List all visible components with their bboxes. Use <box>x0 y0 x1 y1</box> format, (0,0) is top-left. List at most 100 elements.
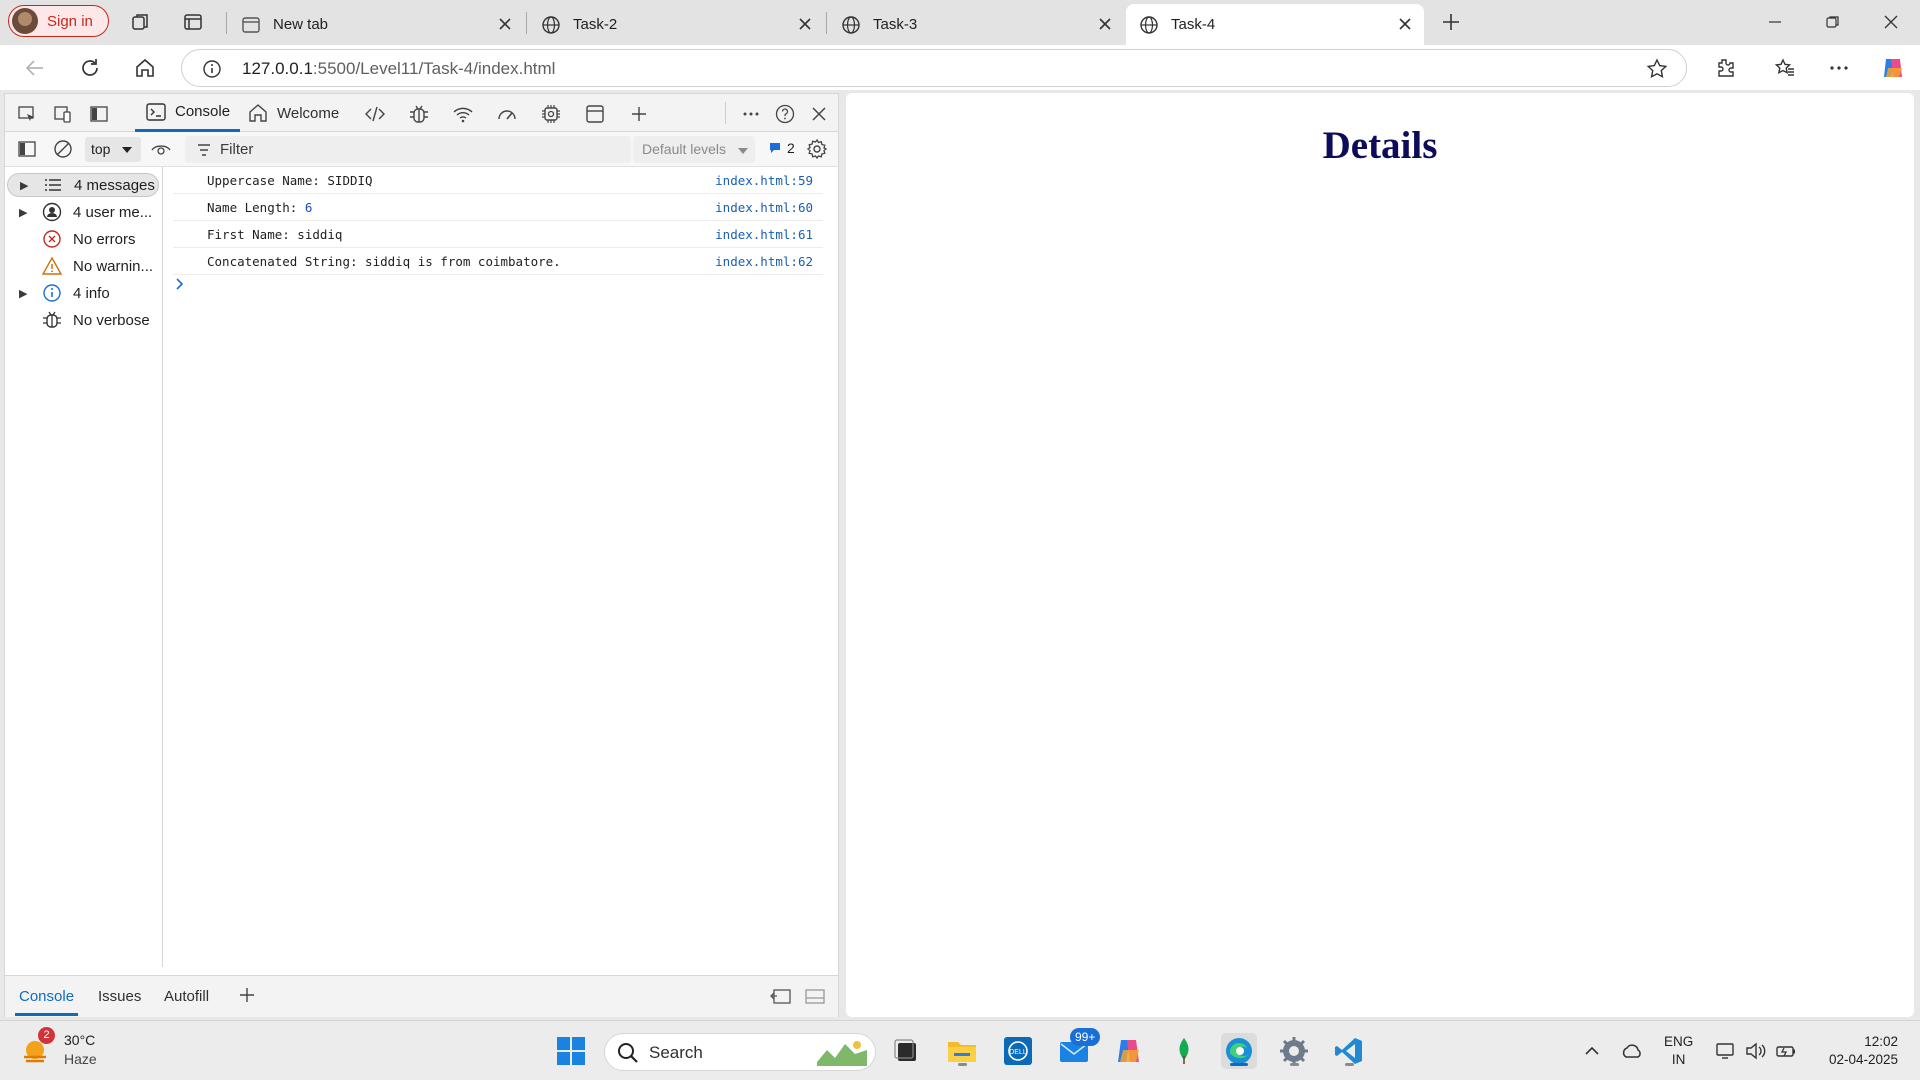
expand-triangle-icon[interactable]: ▶ <box>19 206 29 219</box>
sidebar-item-messages[interactable]: ▶ 4 messages <box>7 173 159 197</box>
weather-badge: 2 <box>38 1027 55 1044</box>
source-link[interactable]: index.html:59 <box>715 173 813 188</box>
copilot-icon[interactable] <box>1878 53 1908 83</box>
source-link[interactable]: index.html:62 <box>715 254 813 269</box>
language-indicator[interactable]: ENG IN <box>1664 1033 1693 1069</box>
more-tools-plus-icon[interactable] <box>627 102 651 126</box>
extensions-icon[interactable] <box>1710 53 1740 83</box>
context-select[interactable]: top <box>85 137 141 162</box>
console-icon <box>146 102 166 121</box>
devtools-tab-bar: Console Welcome <box>5 94 838 132</box>
drawer-tab-autofill[interactable]: Autofill <box>164 988 209 1005</box>
tab-title: Task-2 <box>573 16 618 33</box>
avatar <box>12 8 38 34</box>
new-tab-plus-icon[interactable] <box>1438 9 1464 35</box>
expand-triangle-icon[interactable]: ▶ <box>19 287 29 300</box>
clear-console-icon[interactable] <box>51 137 75 161</box>
weather-widget[interactable]: 2 30°C Haze <box>20 1027 97 1069</box>
dell-icon[interactable]: DELL <box>1000 1033 1036 1069</box>
close-icon[interactable] <box>796 15 814 33</box>
favorite-star-icon[interactable] <box>1646 58 1668 80</box>
chevron-up-icon[interactable] <box>1574 1033 1610 1069</box>
sidebar-item-info[interactable]: ▶ 4 info <box>7 281 159 305</box>
globe-icon <box>842 15 860 34</box>
chevron-down-icon <box>738 148 748 154</box>
edge-browser-icon[interactable] <box>1221 1033 1257 1069</box>
inspect-element-icon[interactable] <box>15 102 39 126</box>
clock[interactable]: 12:02 02-04-2025 <box>1814 1033 1898 1069</box>
application-icon[interactable] <box>583 102 607 126</box>
customize-more-icon[interactable] <box>739 102 763 126</box>
close-icon[interactable] <box>496 15 514 33</box>
workspaces-icon[interactable] <box>128 9 154 35</box>
console-log-row: Uppercase Name: SIDDIQ index.html:59 <box>173 167 823 194</box>
network-wifi-icon[interactable] <box>451 102 475 126</box>
tab-console[interactable]: Console <box>135 94 241 132</box>
restore-icon[interactable] <box>1820 9 1846 35</box>
drawer-tab-issues[interactable]: Issues <box>98 988 141 1005</box>
battery-icon[interactable] <box>1768 1033 1804 1069</box>
close-window-icon[interactable] <box>1878 9 1904 35</box>
home-icon[interactable] <box>130 53 160 83</box>
sidebar-toggle-icon[interactable] <box>15 137 39 161</box>
source-link[interactable]: index.html:61 <box>715 227 813 242</box>
console-log-row: First Name: siddiq index.html:61 <box>173 221 823 248</box>
source-link[interactable]: index.html:60 <box>715 200 813 215</box>
drawer-add-icon[interactable] <box>235 983 259 1007</box>
log-levels-dropdown[interactable]: Default levels <box>633 136 755 163</box>
tab-task-2[interactable]: Task-2 <box>528 4 824 45</box>
close-devtools-icon[interactable] <box>807 102 831 126</box>
tab-actions-icon[interactable] <box>180 9 206 35</box>
expand-triangle-icon[interactable]: ▶ <box>20 179 30 192</box>
onedrive-sync-icon[interactable] <box>1614 1033 1650 1069</box>
copilot-app-icon[interactable] <box>1111 1033 1147 1069</box>
more-menu-icon[interactable] <box>1824 53 1854 83</box>
bug-icon <box>41 309 63 331</box>
favorites-icon[interactable] <box>1770 53 1800 83</box>
minimize-icon[interactable] <box>1762 9 1788 35</box>
mail-icon[interactable]: 99+ <box>1056 1028 1101 1069</box>
home-icon <box>249 104 267 122</box>
tab-task-3[interactable]: Task-3 <box>828 4 1124 45</box>
tab-task-4[interactable]: Task-4 <box>1126 4 1424 45</box>
settings-gear-icon[interactable] <box>1276 1033 1312 1069</box>
taskbar-search[interactable]: Search <box>604 1033 876 1071</box>
page-heading: Details <box>1322 124 1438 167</box>
sidebar-item-user-messages[interactable]: ▶ 4 user me... <box>7 200 159 224</box>
file-explorer-icon[interactable] <box>944 1033 980 1069</box>
drawer-tab-console[interactable]: Console <box>14 988 79 1016</box>
mongodb-leaf-icon[interactable] <box>1166 1033 1202 1069</box>
devtools-panel: Console Welcome top Filter Default level… <box>4 93 839 1017</box>
tab-new-tab[interactable]: New tab <box>228 4 524 45</box>
live-expression-eye-icon[interactable] <box>149 137 173 161</box>
vscode-icon[interactable] <box>1331 1033 1367 1069</box>
console-settings-gear-icon[interactable] <box>805 137 829 161</box>
sign-in-button[interactable]: Sign in <box>8 5 109 37</box>
sidebar-item-warnings[interactable]: No warnin... <box>7 254 159 278</box>
sidebar-item-verbose[interactable]: No verbose <box>7 308 159 332</box>
info-icon[interactable] <box>202 59 222 79</box>
back-icon[interactable] <box>20 53 50 83</box>
weather-sun-icon: 2 <box>20 1027 55 1063</box>
issues-counter[interactable]: 2 <box>768 140 795 156</box>
close-icon[interactable] <box>1096 15 1114 33</box>
dock-side-icon[interactable] <box>87 102 111 126</box>
dock-drawer-icon[interactable] <box>769 984 793 1008</box>
tab-welcome[interactable]: Welcome <box>247 94 339 132</box>
info-icon <box>41 282 63 304</box>
device-emulation-icon[interactable] <box>51 102 75 126</box>
refresh-icon[interactable] <box>75 53 105 83</box>
filter-input[interactable]: Filter <box>185 136 631 163</box>
sources-bug-icon[interactable] <box>407 102 431 126</box>
collapse-drawer-icon[interactable] <box>803 984 827 1008</box>
close-icon[interactable] <box>1396 15 1414 33</box>
task-view-icon[interactable] <box>888 1033 924 1069</box>
address-bar[interactable]: 127.0.0.1:5500/Level11/Task-4/index.html <box>181 49 1687 87</box>
help-icon[interactable] <box>773 102 797 126</box>
sidebar-item-errors[interactable]: No errors <box>7 227 159 251</box>
elements-icon[interactable] <box>363 102 387 126</box>
console-prompt-chevron-icon[interactable] <box>175 277 185 291</box>
performance-icon[interactable] <box>495 102 519 126</box>
memory-chip-icon[interactable] <box>539 102 563 126</box>
start-windows-icon[interactable] <box>553 1033 589 1069</box>
